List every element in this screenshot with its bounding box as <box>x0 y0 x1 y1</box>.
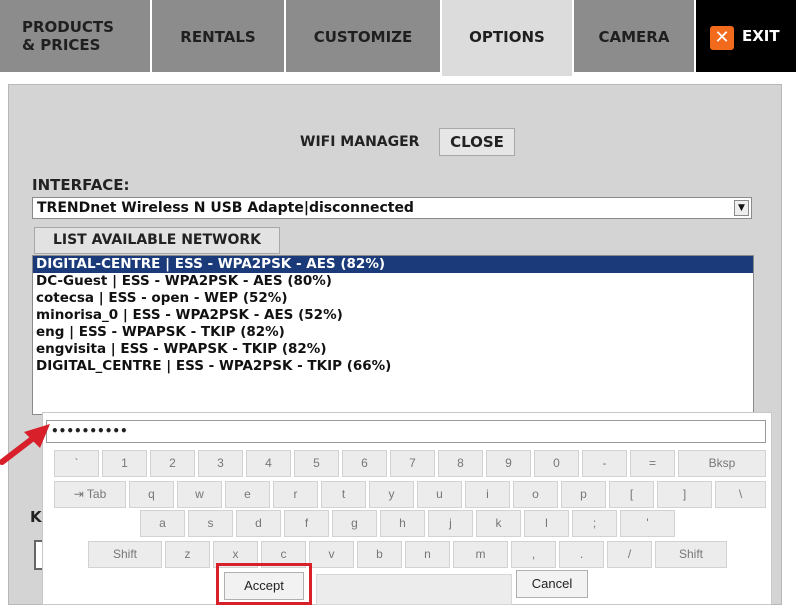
key-d[interactable]: d <box>236 510 281 537</box>
key-b[interactable]: b <box>357 541 402 568</box>
key-z[interactable]: z <box>165 541 210 568</box>
network-list-item[interactable]: eng | ESS - WPAPSK - TKIP (82%) <box>33 324 753 341</box>
key-bracket-right[interactable]: ] <box>657 481 712 508</box>
tab-camera-label: CAMERA <box>598 28 670 46</box>
wifi-manager-title: WIFI MANAGER <box>300 134 420 150</box>
interface-select-value: TRENDnet Wireless N USB Adapte|disconnec… <box>37 200 414 216</box>
tab-products-line1: PRODUCTS <box>22 18 114 36</box>
key-v[interactable]: v <box>309 541 354 568</box>
key-backslash[interactable]: \ <box>715 481 766 508</box>
interface-select[interactable]: TRENDnet Wireless N USB Adapte|disconnec… <box>32 197 752 219</box>
key-l[interactable]: l <box>524 510 569 537</box>
key-j[interactable]: j <box>428 510 473 537</box>
tab-customize[interactable]: CUSTOMIZE <box>286 0 440 72</box>
key-shift-left[interactable]: Shift <box>88 541 162 568</box>
top-tab-bar: PRODUCTS & PRICES RENTALS CUSTOMIZE OPTI… <box>0 0 796 76</box>
tab-products-prices[interactable]: PRODUCTS & PRICES <box>0 0 150 72</box>
key-i[interactable]: i <box>465 481 510 508</box>
key-g[interactable]: g <box>332 510 377 537</box>
key-1[interactable]: 1 <box>102 450 147 477</box>
cancel-button[interactable]: Cancel <box>516 570 588 598</box>
key-m[interactable]: m <box>453 541 508 568</box>
key-t[interactable]: t <box>321 481 366 508</box>
key-0[interactable]: 0 <box>534 450 579 477</box>
accept-highlight-frame <box>216 563 312 605</box>
tab-camera[interactable]: CAMERA <box>574 0 694 72</box>
network-list-item[interactable]: engvisita | ESS - WPAPSK - TKIP (82%) <box>33 341 753 358</box>
tab-products-prices-label: PRODUCTS & PRICES <box>22 18 114 54</box>
key-equals[interactable]: = <box>630 450 675 477</box>
key-5[interactable]: 5 <box>294 450 339 477</box>
key-n[interactable]: n <box>405 541 450 568</box>
key-minus[interactable]: - <box>582 450 627 477</box>
key-a[interactable]: a <box>140 510 185 537</box>
key-s[interactable]: s <box>188 510 233 537</box>
tab-customize-label: CUSTOMIZE <box>313 28 413 46</box>
key-p[interactable]: p <box>561 481 606 508</box>
key-q[interactable]: q <box>129 481 174 508</box>
network-list-item[interactable]: DIGITAL_CENTRE | ESS - WPA2PSK - TKIP (6… <box>33 358 753 375</box>
key-slash[interactable]: / <box>607 541 652 568</box>
close-icon: ✕ <box>710 26 734 50</box>
tab-rentals[interactable]: RENTALS <box>152 0 284 72</box>
key-shift-right[interactable]: Shift <box>655 541 727 568</box>
exit-label: EXIT <box>742 27 780 45</box>
interface-label: INTERFACE: <box>32 176 130 194</box>
key-y[interactable]: y <box>369 481 414 508</box>
key-6[interactable]: 6 <box>342 450 387 477</box>
key-backspace[interactable]: Bksp <box>678 450 766 477</box>
list-available-network-button[interactable]: LIST AVAILABLE NETWORK <box>34 227 280 254</box>
close-button[interactable]: CLOSE <box>439 128 515 156</box>
key-3[interactable]: 3 <box>198 450 243 477</box>
tab-rentals-label: RENTALS <box>180 28 256 46</box>
key-7[interactable]: 7 <box>390 450 435 477</box>
partial-label: K <box>30 508 42 526</box>
key-k[interactable]: k <box>476 510 521 537</box>
key-8[interactable]: 8 <box>438 450 483 477</box>
key-9[interactable]: 9 <box>486 450 531 477</box>
network-list-item[interactable]: cotecsa | ESS - open - WEP (52%) <box>33 290 753 307</box>
key-backtick[interactable]: ` <box>54 450 99 477</box>
network-list-item[interactable]: minorisa_0 | ESS - WPA2PSK - AES (52%) <box>33 307 753 324</box>
network-list[interactable]: DIGITAL-CENTRE | ESS - WPA2PSK - AES (82… <box>32 255 754 415</box>
key-tab[interactable]: ⇥ Tab <box>54 481 126 508</box>
key-bracket-left[interactable]: [ <box>609 481 654 508</box>
key-quote[interactable]: ' <box>620 510 675 537</box>
tab-products-line2: & PRICES <box>22 36 101 54</box>
key-comma[interactable]: , <box>511 541 556 568</box>
tab-options[interactable]: OPTIONS <box>442 0 572 76</box>
key-o[interactable]: o <box>513 481 558 508</box>
key-f[interactable]: f <box>284 510 329 537</box>
key-4[interactable]: 4 <box>246 450 291 477</box>
key-space[interactable] <box>316 574 512 605</box>
key-w[interactable]: w <box>177 481 222 508</box>
password-input[interactable]: •••••••••• <box>46 420 766 443</box>
key-r[interactable]: r <box>273 481 318 508</box>
key-u[interactable]: u <box>417 481 462 508</box>
arrow-icon <box>0 424 50 465</box>
key-e[interactable]: e <box>225 481 270 508</box>
key-h[interactable]: h <box>380 510 425 537</box>
key-semicolon[interactable]: ; <box>572 510 617 537</box>
tab-options-label: OPTIONS <box>469 28 545 46</box>
key-period[interactable]: . <box>559 541 604 568</box>
network-list-item[interactable]: DC-Guest | ESS - WPA2PSK - AES (80%) <box>33 273 753 290</box>
chevron-down-icon[interactable]: ▼ <box>734 200 749 216</box>
key-2[interactable]: 2 <box>150 450 195 477</box>
network-list-item[interactable]: DIGITAL-CENTRE | ESS - WPA2PSK - AES (82… <box>33 256 753 273</box>
